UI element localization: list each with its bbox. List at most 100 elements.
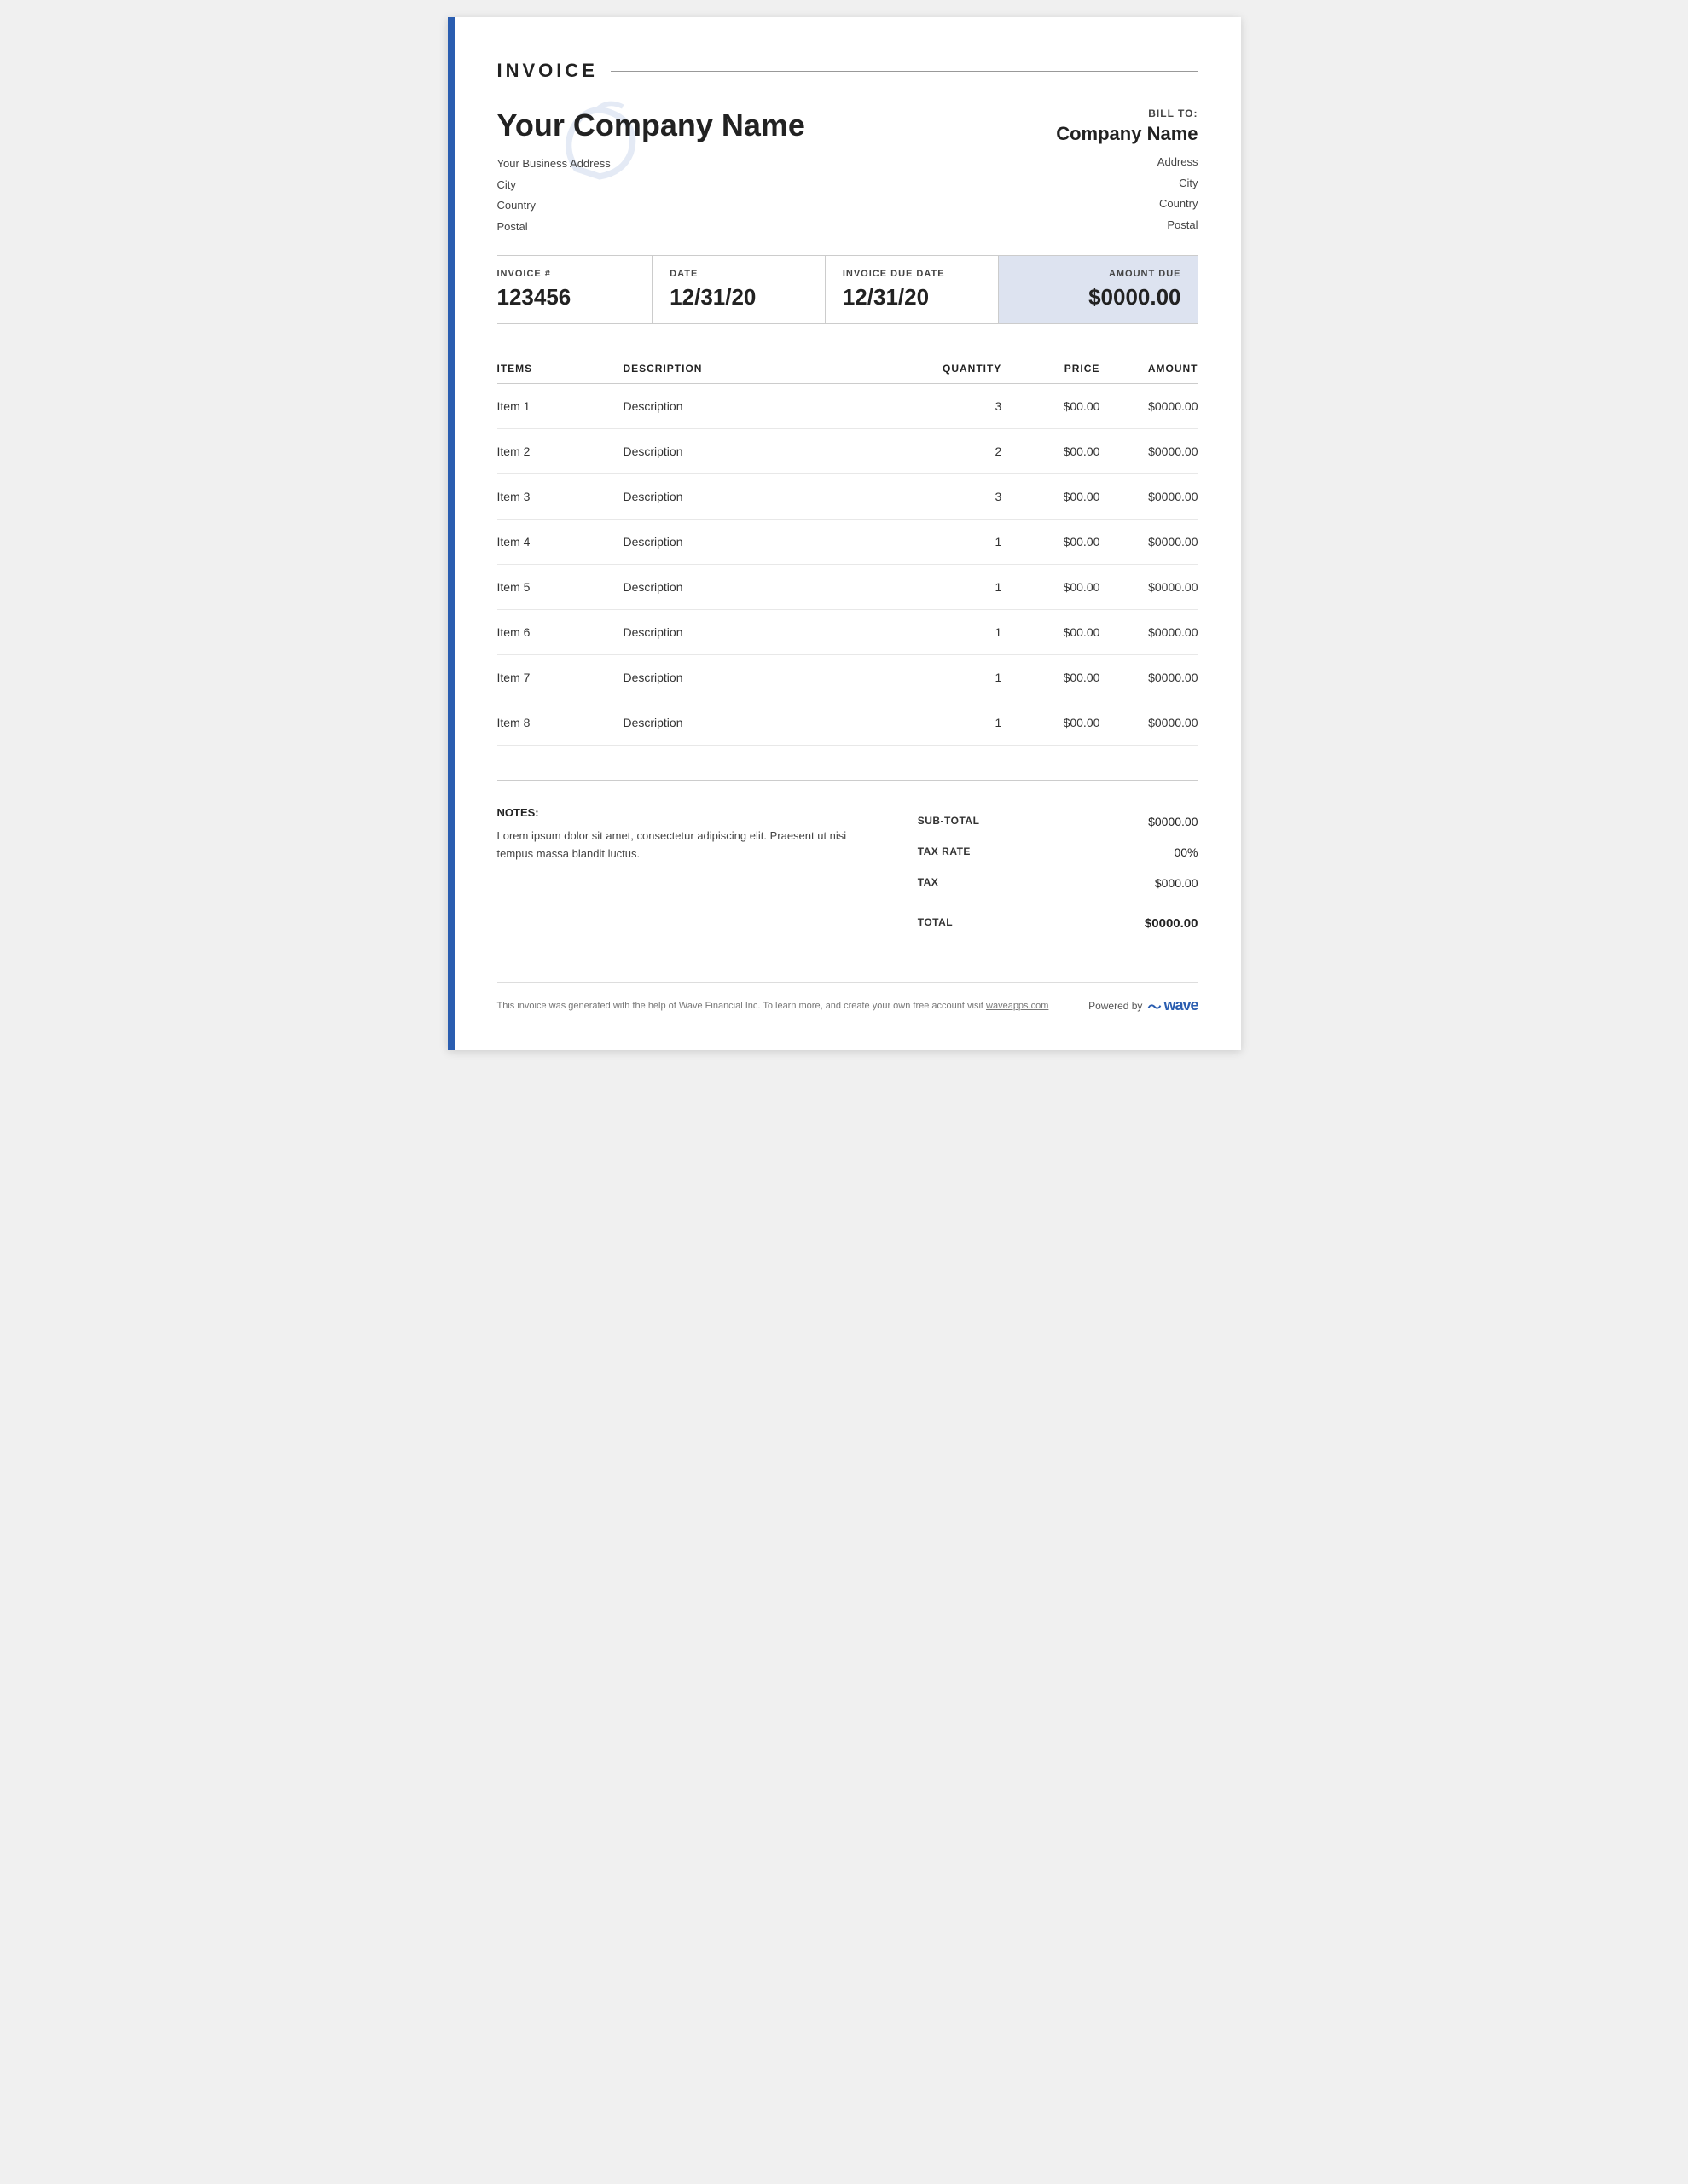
- due-date-label: INVOICE DUE DATE: [843, 269, 981, 279]
- company-city: City: [497, 175, 805, 196]
- row-description: Description: [623, 564, 903, 609]
- footer-section: NOTES: Lorem ipsum dolor sit amet, conse…: [497, 780, 1198, 939]
- totals-section: SUB-TOTAL $0000.00 TAX RATE 00% TAX $000…: [918, 806, 1198, 939]
- subtotal-row: SUB-TOTAL $0000.00: [918, 806, 1198, 837]
- date-cell: DATE 12/31/20: [653, 256, 826, 323]
- waveapps-link[interactable]: waveapps.com: [986, 1001, 1048, 1011]
- row-amount: $0000.00: [1099, 609, 1198, 654]
- company-name: Your Company Name: [497, 107, 805, 143]
- row-description: Description: [623, 383, 903, 428]
- row-item-name: Item 1: [497, 383, 624, 428]
- tax-rate-value: 00%: [1174, 845, 1198, 859]
- row-description: Description: [623, 654, 903, 700]
- row-quantity: 1: [903, 654, 1001, 700]
- row-amount: $0000.00: [1099, 654, 1198, 700]
- invoice-title: INVOICE: [497, 60, 598, 82]
- row-price: $00.00: [1001, 519, 1099, 564]
- row-amount: $0000.00: [1099, 428, 1198, 473]
- row-price: $00.00: [1001, 609, 1099, 654]
- bill-to-address: Address City Country Postal: [1056, 152, 1198, 236]
- row-item-name: Item 2: [497, 428, 624, 473]
- total-label: TOTAL: [918, 916, 953, 931]
- col-header-items: ITEMS: [497, 354, 624, 384]
- invoice-details-bar: INVOICE # 123456 DATE 12/31/20 INVOICE D…: [497, 255, 1198, 324]
- row-item-name: Item 7: [497, 654, 624, 700]
- footer-note: This invoice was generated with the help…: [497, 1001, 1049, 1011]
- due-date-value: 12/31/20: [843, 284, 981, 311]
- wave-logo-text: wave: [1163, 996, 1198, 1014]
- invoice-number-label: INVOICE #: [497, 269, 635, 279]
- tax-row: TAX $000.00: [918, 868, 1198, 898]
- table-row: Item 6 Description 1 $00.00 $0000.00: [497, 609, 1198, 654]
- bill-to-address-line: Address: [1056, 152, 1198, 173]
- bill-to-city: City: [1056, 173, 1198, 195]
- due-date-cell: INVOICE DUE DATE 12/31/20: [826, 256, 999, 323]
- row-amount: $0000.00: [1099, 564, 1198, 609]
- row-item-name: Item 6: [497, 609, 624, 654]
- table-row: Item 8 Description 1 $00.00 $0000.00: [497, 700, 1198, 745]
- row-quantity: 1: [903, 564, 1001, 609]
- row-price: $00.00: [1001, 428, 1099, 473]
- col-header-amount: AMOUNT: [1099, 354, 1198, 384]
- table-row: Item 7 Description 1 $00.00 $0000.00: [497, 654, 1198, 700]
- row-amount: $0000.00: [1099, 473, 1198, 519]
- row-item-name: Item 5: [497, 564, 624, 609]
- total-row: TOTAL $0000.00: [918, 908, 1198, 939]
- company-country: Country: [497, 195, 805, 217]
- bill-to-postal: Postal: [1056, 215, 1198, 236]
- tax-label: TAX: [918, 876, 939, 890]
- row-price: $00.00: [1001, 383, 1099, 428]
- date-value: 12/31/20: [670, 284, 808, 311]
- tax-rate-row: TAX RATE 00%: [918, 837, 1198, 868]
- table-row: Item 1 Description 3 $00.00 $0000.00: [497, 383, 1198, 428]
- row-quantity: 3: [903, 383, 1001, 428]
- invoice-number-value: 123456: [497, 284, 635, 311]
- bill-to-section: BILL TO: Company Name Address City Count…: [1056, 107, 1198, 236]
- table-row: Item 5 Description 1 $00.00 $0000.00: [497, 564, 1198, 609]
- title-divider: [611, 71, 1198, 72]
- date-label: DATE: [670, 269, 808, 279]
- row-amount: $0000.00: [1099, 383, 1198, 428]
- row-quantity: 1: [903, 700, 1001, 745]
- notes-section: NOTES: Lorem ipsum dolor sit amet, conse…: [497, 806, 883, 939]
- wave-logo: 〜 wave: [1147, 996, 1198, 1016]
- powered-by: Powered by 〜 wave: [1088, 996, 1198, 1016]
- row-quantity: 1: [903, 519, 1001, 564]
- bill-to-label: BILL TO:: [1056, 107, 1198, 119]
- company-left: Your Company Name Your Business Address …: [497, 107, 805, 238]
- row-amount: $0000.00: [1099, 519, 1198, 564]
- row-item-name: Item 4: [497, 519, 624, 564]
- row-amount: $0000.00: [1099, 700, 1198, 745]
- row-quantity: 2: [903, 428, 1001, 473]
- row-quantity: 3: [903, 473, 1001, 519]
- row-price: $00.00: [1001, 473, 1099, 519]
- amount-due-value: $0000.00: [1016, 284, 1181, 311]
- row-price: $00.00: [1001, 654, 1099, 700]
- subtotal-label: SUB-TOTAL: [918, 815, 980, 828]
- col-header-quantity: QUANTITY: [903, 354, 1001, 384]
- row-item-name: Item 3: [497, 473, 624, 519]
- wave-logo-icon: 〜: [1147, 996, 1161, 1016]
- company-address-line1: Your Business Address: [497, 154, 805, 175]
- tax-rate-label: TAX RATE: [918, 845, 971, 859]
- page-footer: This invoice was generated with the help…: [497, 982, 1198, 1025]
- items-table: ITEMS DESCRIPTION QUANTITY PRICE AMOUNT …: [497, 354, 1198, 746]
- tax-value: $000.00: [1155, 876, 1198, 890]
- row-item-name: Item 8: [497, 700, 624, 745]
- bill-to-company: Company Name: [1056, 123, 1198, 145]
- row-description: Description: [623, 609, 903, 654]
- col-header-description: DESCRIPTION: [623, 354, 903, 384]
- row-price: $00.00: [1001, 564, 1099, 609]
- bill-to-country: Country: [1056, 194, 1198, 215]
- amount-due-label: AMOUNT DUE: [1016, 269, 1181, 279]
- notes-text: Lorem ipsum dolor sit amet, consectetur …: [497, 828, 883, 863]
- row-description: Description: [623, 473, 903, 519]
- row-quantity: 1: [903, 609, 1001, 654]
- col-header-price: PRICE: [1001, 354, 1099, 384]
- company-postal: Postal: [497, 217, 805, 238]
- table-row: Item 4 Description 1 $00.00 $0000.00: [497, 519, 1198, 564]
- invoice-number-cell: INVOICE # 123456: [497, 256, 653, 323]
- row-description: Description: [623, 700, 903, 745]
- table-row: Item 2 Description 2 $00.00 $0000.00: [497, 428, 1198, 473]
- total-value: $0000.00: [1145, 916, 1198, 931]
